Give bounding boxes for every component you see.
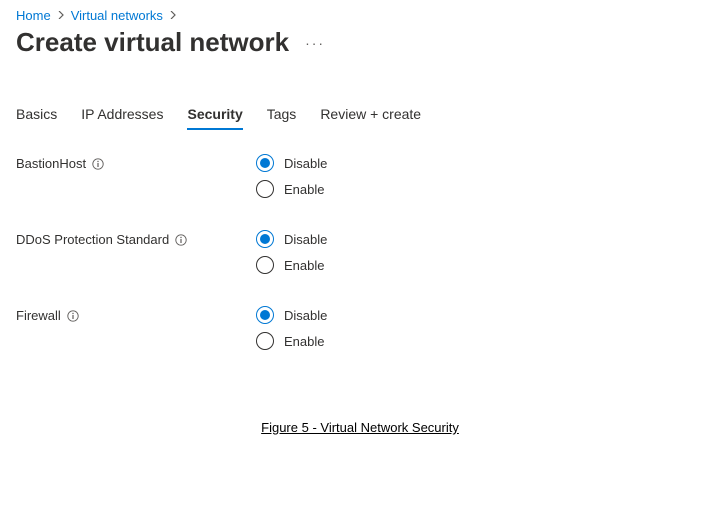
field-ddos: DDoS Protection Standard Disable Enable xyxy=(16,230,704,274)
tab-security[interactable]: Security xyxy=(187,106,242,130)
tab-review-create[interactable]: Review + create xyxy=(320,106,421,130)
figure-caption: Figure 5 - Virtual Network Security xyxy=(16,420,704,435)
label-text: Firewall xyxy=(16,308,61,323)
bastion-disable-option[interactable]: Disable xyxy=(256,154,327,172)
chevron-right-icon xyxy=(57,10,65,22)
info-icon[interactable] xyxy=(175,234,187,246)
info-icon[interactable] xyxy=(67,310,79,322)
radio-label: Disable xyxy=(284,232,327,247)
firewall-radio-group: Disable Enable xyxy=(256,306,327,350)
tab-tags[interactable]: Tags xyxy=(267,106,297,130)
radio-label: Enable xyxy=(284,182,324,197)
radio-icon xyxy=(256,256,274,274)
radio-icon xyxy=(256,230,274,248)
radio-icon xyxy=(256,332,274,350)
field-firewall-label: Firewall xyxy=(16,306,256,323)
breadcrumb-home[interactable]: Home xyxy=(16,8,51,23)
ddos-enable-option[interactable]: Enable xyxy=(256,256,327,274)
tab-basics[interactable]: Basics xyxy=(16,106,57,130)
firewall-disable-option[interactable]: Disable xyxy=(256,306,327,324)
info-icon[interactable] xyxy=(92,158,104,170)
tab-ip-addresses[interactable]: IP Addresses xyxy=(81,106,163,130)
ddos-radio-group: Disable Enable xyxy=(256,230,327,274)
field-ddos-label: DDoS Protection Standard xyxy=(16,230,256,247)
chevron-right-icon xyxy=(169,10,177,22)
ddos-disable-option[interactable]: Disable xyxy=(256,230,327,248)
bastion-enable-option[interactable]: Enable xyxy=(256,180,327,198)
radio-label: Enable xyxy=(284,258,324,273)
tabs: Basics IP Addresses Security Tags Review… xyxy=(16,106,704,130)
radio-label: Disable xyxy=(284,308,327,323)
label-text: DDoS Protection Standard xyxy=(16,232,169,247)
bastion-radio-group: Disable Enable xyxy=(256,154,327,198)
radio-icon xyxy=(256,154,274,172)
firewall-enable-option[interactable]: Enable xyxy=(256,332,327,350)
radio-label: Disable xyxy=(284,156,327,171)
more-icon[interactable]: ··· xyxy=(305,35,325,51)
breadcrumb-vnets[interactable]: Virtual networks xyxy=(71,8,163,23)
breadcrumb: Home Virtual networks xyxy=(16,8,704,23)
radio-icon xyxy=(256,180,274,198)
title-row: Create virtual network ··· xyxy=(16,27,704,58)
field-bastion-label: BastionHost xyxy=(16,154,256,171)
field-firewall: Firewall Disable Enable xyxy=(16,306,704,350)
label-text: BastionHost xyxy=(16,156,86,171)
page-title: Create virtual network xyxy=(16,27,289,58)
radio-label: Enable xyxy=(284,334,324,349)
field-bastion: BastionHost Disable Enable xyxy=(16,154,704,198)
radio-icon xyxy=(256,306,274,324)
